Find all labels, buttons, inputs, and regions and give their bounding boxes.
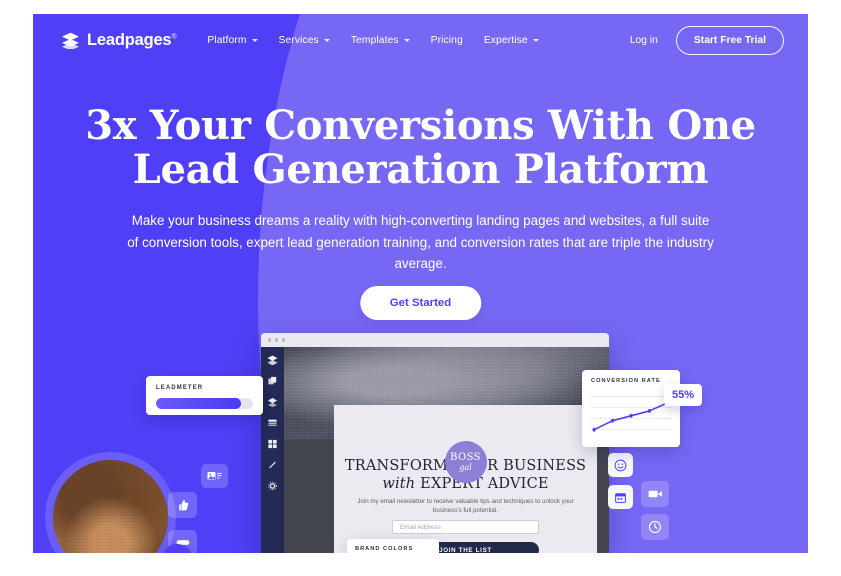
nav-item-label: Platform [207,34,247,46]
nav-item-label: Pricing [430,34,463,46]
start-free-trial-button[interactable]: Start Free Trial [675,25,784,55]
layers-icon[interactable] [267,397,278,407]
boss-gal-badge: BOSS gal [444,441,487,483]
headline-line-2: Lead Generation Platform [132,146,709,193]
image-icon[interactable] [201,464,228,488]
browser-mockup: BOSS gal TRANSFORM YOUR BUSINESS with EX… [261,333,609,553]
calendar-icon[interactable] [608,485,633,509]
nav-item-label: Expertise [483,34,528,46]
top-navigation-bar: Leadpages® Platform Services Templates P… [33,14,808,66]
thumbs-up-icon[interactable] [168,492,197,518]
video-camera-icon[interactable] [641,481,669,507]
brand-colors-label: BRAND COLORS [355,546,414,552]
chart-data-point [629,413,633,418]
conversion-rate-line [592,398,672,432]
window-close-dot [268,338,272,342]
chevron-down-icon [251,38,258,42]
brand-name: Leadpages® [87,30,177,49]
email-field[interactable]: Email Address [392,520,539,534]
nav-item-expertise[interactable]: Expertise [484,35,539,46]
window-minimize-dot [274,338,279,342]
page-root: Leadpages® Platform Services Templates P… [0,0,841,576]
stacked-layers-icon [61,32,80,49]
smiley-icon[interactable] [608,453,633,477]
chevron-down-icon [403,38,410,42]
browser-viewport: BOSS gal TRANSFORM YOUR BUSINESS with EX… [261,347,609,553]
chevron-down-icon [323,38,330,42]
chart-data-point [592,427,596,432]
page-title: 3x Your Conversions With One Lead Genera… [33,104,808,192]
conversion-rate-label: CONVERSION RATE [591,378,661,384]
headline-line-1: 3x Your Conversions With One [85,102,756,149]
nav-item-pricing[interactable]: Pricing [431,35,463,46]
conversion-rate-card: CONVERSION RATE [582,370,680,447]
leadmeter-label: LEADMETER [156,385,204,391]
pencil-icon[interactable] [267,460,278,470]
landing-page-body-text: Join my email newsletter to receive valu… [357,498,574,514]
nav-item-templates[interactable]: Templates [351,35,410,46]
chart-data-point [647,408,652,413]
window-maximize-dot [281,338,286,342]
brand-colors-card: BRAND COLORS [347,539,439,553]
nav-links: Platform Services Templates Pricing Expe… [207,34,539,46]
leadmeter-progress-track [156,398,253,409]
conversion-rate-value: 55% [664,384,703,406]
badge-line-1: BOSS [450,451,481,463]
brand-logo[interactable]: Leadpages® [61,30,177,50]
hero-section: Leadpages® Platform Services Templates P… [33,14,808,553]
chevron-down-icon [532,38,539,42]
editor-sidebar [261,347,284,553]
browser-title-bar [261,333,609,347]
copy-icon[interactable] [267,376,278,386]
get-started-button[interactable]: Get Started [359,286,482,320]
gear-icon[interactable] [267,481,278,491]
clock-icon[interactable] [641,514,669,540]
nav-item-services[interactable]: Services [279,35,330,46]
nav-item-platform[interactable]: Platform [207,34,258,46]
nav-actions: Log in Start Free Trial [630,25,784,55]
landing-title-italic: with [382,476,416,492]
nav-item-label: Services [278,34,319,46]
customer-photo [53,460,168,553]
nav-item-label: Templates [350,34,399,46]
stacked-layers-icon[interactable] [267,355,278,365]
leadmeter-progress-fill [156,398,242,409]
conversion-rate-chart [590,394,672,439]
product-illustration: BOSS gal TRANSFORM YOUR BUSINESS with EX… [33,314,808,553]
leadmeter-card: LEADMETER [146,376,263,415]
badge-line-2: gal [459,462,472,472]
landing-page-content: BOSS gal TRANSFORM YOUR BUSINESS with EX… [334,405,597,553]
trademark-mark: ® [171,33,177,40]
grid-icon[interactable] [267,439,278,449]
hero-subheading: Make your business dreams a reality with… [127,213,714,271]
chart-data-point [610,418,615,423]
rows-icon[interactable] [267,418,278,428]
landing-title-rest: EXPERT ADVICE [415,476,549,492]
login-link[interactable]: Log in [630,35,658,46]
